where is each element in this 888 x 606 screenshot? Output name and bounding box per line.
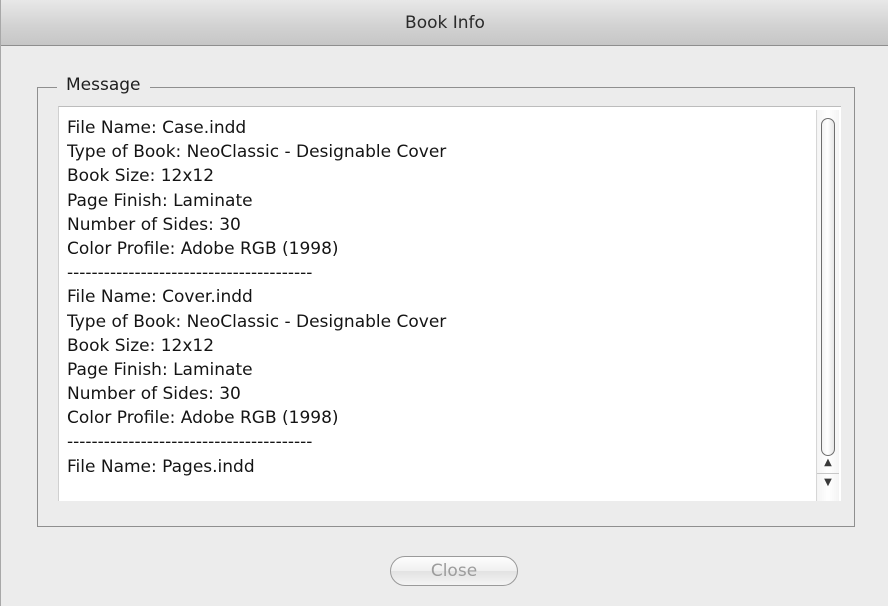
- close-button[interactable]: Close: [390, 556, 518, 586]
- message-line: Page Finish: Laminate: [67, 190, 253, 211]
- window-titlebar[interactable]: Book Info: [1, 0, 888, 46]
- message-line: Color Profile: Adobe RGB (1998): [67, 408, 339, 429]
- message-line: Number of Sides: 30: [67, 384, 241, 405]
- scroll-up-arrow-icon[interactable]: ▲: [817, 454, 839, 472]
- message-group-label: Message: [57, 75, 150, 95]
- vertical-scrollbar[interactable]: ▲ ▼: [816, 110, 839, 501]
- message-line: Type of Book: NeoClassic - Designable Co…: [67, 311, 447, 332]
- scroll-down-arrow-icon[interactable]: ▼: [817, 473, 839, 492]
- message-line: Color Profile: Adobe RGB (1998): [67, 238, 339, 259]
- message-line: File Name: Pages.indd: [67, 456, 255, 477]
- message-line: Book Size: 12x12: [67, 166, 215, 187]
- message-line: File Name: Cover.indd: [67, 287, 253, 308]
- message-line: Number of Sides: 30: [67, 214, 241, 235]
- message-separator: ----------------------------------------: [67, 263, 313, 284]
- book-info-window: Book Info Message File Name: Case.indd T…: [0, 0, 888, 606]
- message-content[interactable]: File Name: Case.indd Type of Book: NeoCl…: [67, 116, 807, 500]
- message-line: Page Finish: Laminate: [67, 359, 253, 380]
- message-line: Book Size: 12x12: [67, 335, 215, 356]
- message-line: File Name: Case.indd: [67, 118, 247, 138]
- message-line: Type of Book: NeoClassic - Designable Co…: [67, 142, 447, 163]
- message-separator: ----------------------------------------: [67, 432, 313, 453]
- window-title: Book Info: [405, 13, 485, 33]
- scrollbar-thumb[interactable]: [821, 118, 835, 456]
